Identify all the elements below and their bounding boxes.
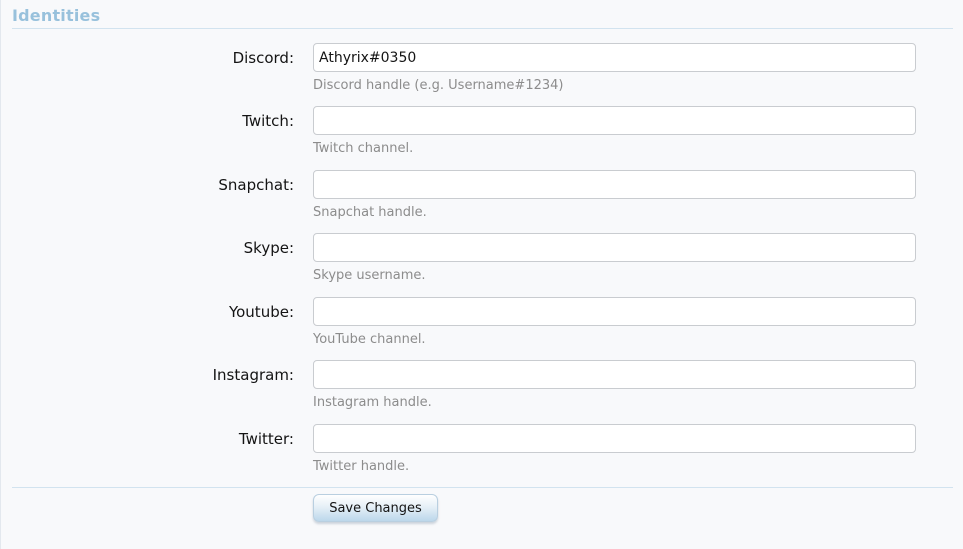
youtube-label: Youtube: [228,303,294,321]
snapchat-input[interactable] [313,170,916,199]
instagram-hint: Instagram handle. [313,395,432,410]
youtube-input[interactable] [313,297,916,326]
twitter-hint: Twitter handle. [313,459,410,474]
twitter-input[interactable] [313,424,916,453]
field-row-discord: Discord: Discord handle (e.g. Username#1… [1,43,963,107]
twitch-hint: Twitch channel. [313,141,414,156]
save-changes-button[interactable]: Save Changes [313,494,438,522]
skype-label: Skype: [243,239,294,257]
twitch-label: Twitch: [242,112,294,130]
instagram-input[interactable] [313,360,916,389]
twitch-input[interactable] [313,106,916,135]
twitter-label: Twitter: [238,430,294,448]
snapchat-hint: Snapchat handle. [313,205,427,220]
instagram-label: Instagram: [212,366,294,384]
snapchat-label: Snapchat: [218,176,294,194]
youtube-hint: YouTube channel. [313,332,426,347]
discord-hint: Discord handle (e.g. Username#1234) [313,78,564,93]
section-title: Identities [12,6,101,25]
discord-input[interactable] [313,43,916,72]
form-footer-divider [12,487,953,488]
discord-label: Discord: [232,49,294,67]
skype-input[interactable] [313,233,916,262]
identities-panel: Identities Discord: Discord handle (e.g.… [0,0,963,549]
field-row-instagram: Instagram: Instagram handle. [1,360,963,424]
section-header: Identities [12,0,953,29]
field-row-youtube: Youtube: YouTube channel. [1,297,963,361]
field-row-snapchat: Snapchat: Snapchat handle. [1,170,963,234]
field-row-twitch: Twitch: Twitch channel. [1,106,963,170]
field-row-skype: Skype: Skype username. [1,233,963,297]
skype-hint: Skype username. [313,268,426,283]
field-row-twitter: Twitter: Twitter handle. [1,424,963,488]
